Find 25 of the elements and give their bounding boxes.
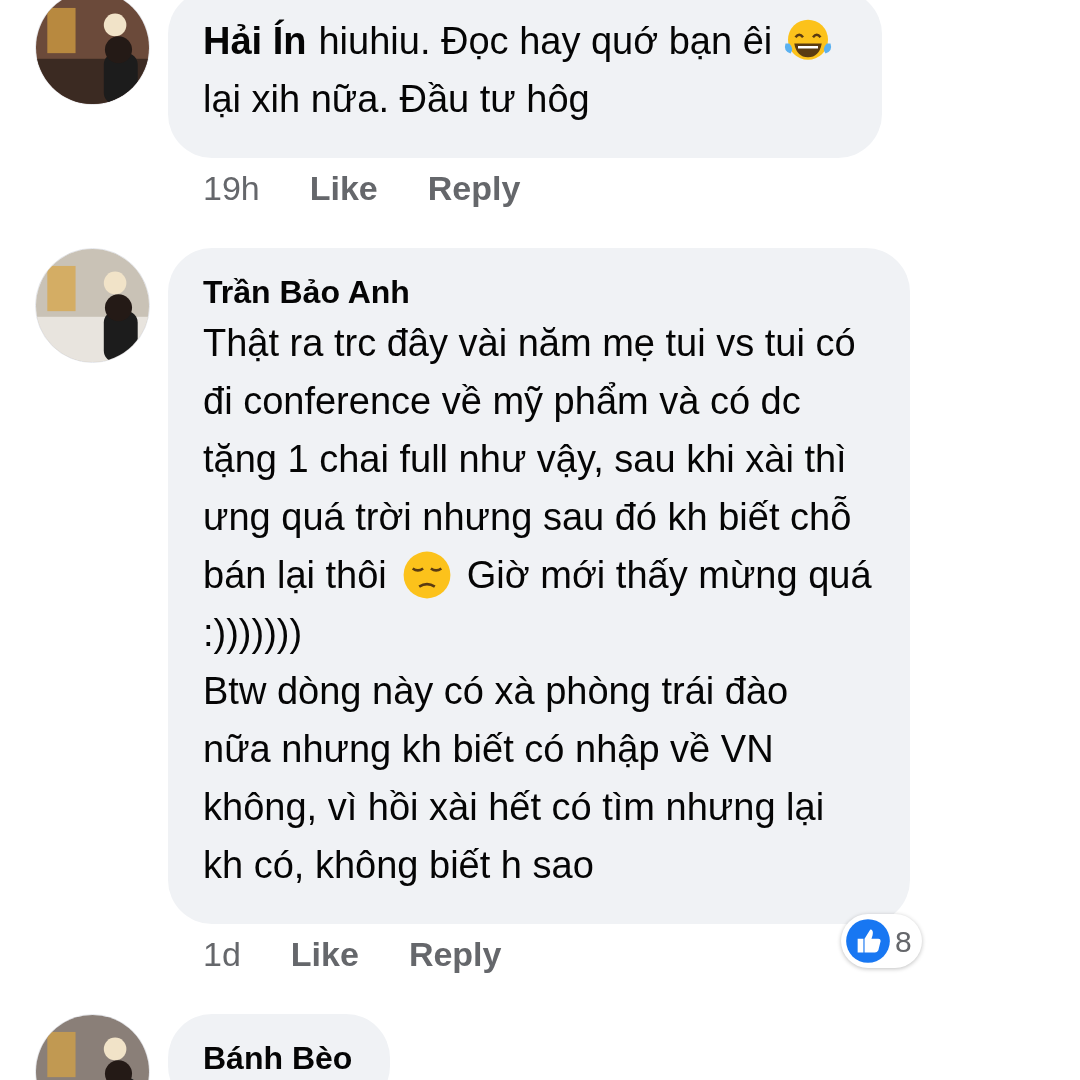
comment-text: Btw dòng này có xà phòng trái đào	[203, 668, 789, 714]
author-name[interactable]: Bánh Bèo	[203, 1034, 353, 1080]
comment-text: Thật ra trc đây vài năm mẹ tui vs tui có	[203, 320, 856, 366]
comment-text: nữa nhưng kh biết có nhập về VN	[203, 726, 774, 772]
comment-time: 1d	[203, 933, 241, 975]
reply-link[interactable]: Reply	[408, 928, 502, 980]
like-link[interactable]: Like	[290, 928, 359, 980]
comment-text: kh có, không biết h sao	[203, 842, 594, 888]
comment-text: không, vì hồi xài hết có tìm nhưng lại	[203, 784, 825, 830]
reply-link[interactable]: Reply	[427, 162, 521, 214]
comment-text: đi conference về mỹ phẩm và có dc	[203, 378, 801, 424]
thumbs-up-icon	[844, 918, 891, 964]
reaction-badge[interactable]: 8	[840, 914, 922, 968]
comment-text: lại xih nữa. Đầu tư hôg	[203, 76, 590, 122]
like-link[interactable]: Like	[309, 162, 378, 214]
comment-text: bán lại thôi	[203, 552, 387, 598]
reaction-count: 8	[894, 923, 912, 960]
author-name[interactable]: Trần Bảo Anh	[203, 268, 410, 316]
comment-text: :)))))))	[203, 610, 303, 656]
comment-text: ưng quá trời nhưng sau đó kh biết chỗ	[203, 494, 852, 540]
comment-text: hiuhiu. Đọc hay quớ bạn êi	[318, 18, 773, 64]
comment-text: Giờ mới thấy mừng quá	[466, 552, 872, 598]
comment-time: 19h	[203, 167, 260, 209]
comment-text: tặng 1 chai full như vậy, sau khi xài thì	[203, 436, 847, 482]
author-name[interactable]: Hải Ín	[203, 12, 307, 70]
